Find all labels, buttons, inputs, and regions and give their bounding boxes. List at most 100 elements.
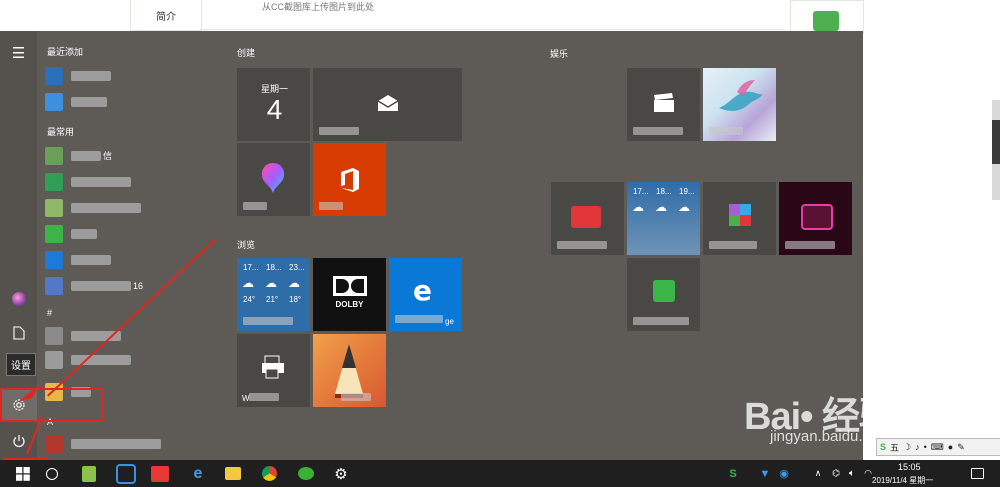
- image-icon: [813, 11, 839, 31]
- dot-icon[interactable]: •: [924, 442, 927, 452]
- list-item[interactable]: [45, 223, 215, 245]
- documents-button[interactable]: [0, 317, 37, 349]
- windows-icon: [16, 466, 30, 481]
- app-tile-red[interactable]: [551, 182, 624, 255]
- avatar: [11, 292, 26, 306]
- search-icon[interactable]: [38, 460, 66, 487]
- app-label: [71, 281, 131, 291]
- app-icon: [45, 147, 63, 165]
- youdao-icon[interactable]: [146, 460, 174, 487]
- list-item[interactable]: [45, 65, 215, 87]
- moon-icon[interactable]: ☽: [903, 442, 911, 453]
- weather-temp: 24°: [243, 295, 256, 304]
- weather-date: 17...: [633, 187, 649, 196]
- list-item[interactable]: [45, 171, 215, 193]
- weather-date: 18...: [266, 263, 282, 272]
- start-button[interactable]: [9, 460, 37, 487]
- network-app-icon[interactable]: [112, 460, 140, 487]
- cloud-icon: ☁: [242, 276, 254, 290]
- hamburger-menu-icon[interactable]: ☰: [0, 37, 37, 69]
- clock-date[interactable]: 2019/11/4 星期一: [872, 475, 933, 486]
- chevron-up-icon[interactable]: ∧: [810, 460, 826, 487]
- list-item[interactable]: [45, 433, 215, 455]
- tray-app-icon[interactable]: ◉: [773, 460, 795, 487]
- common-header: 最常用: [47, 127, 75, 137]
- list-item[interactable]: [45, 325, 215, 347]
- list-item[interactable]: 16: [45, 275, 215, 297]
- weather-date: 23...: [289, 263, 305, 272]
- punctuation-icon[interactable]: ♪: [915, 442, 920, 452]
- image-thumbnail[interactable]: [790, 0, 864, 34]
- sougou-tray-icon[interactable]: S: [722, 460, 744, 487]
- recent-header: 最近添加: [47, 47, 84, 57]
- ime-logo-icon[interactable]: S: [880, 442, 886, 452]
- tools-icon: [45, 67, 63, 85]
- wrench-icon[interactable]: ✎: [957, 442, 965, 453]
- app-tile-green[interactable]: [627, 258, 700, 331]
- wps-tile[interactable]: W: [237, 334, 310, 407]
- office-tile[interactable]: [313, 143, 386, 216]
- app-icon: [45, 435, 63, 453]
- app-label-fragment: 16: [133, 281, 144, 291]
- edge-tile[interactable]: e ge: [389, 258, 462, 331]
- explorer-icon[interactable]: [219, 460, 247, 487]
- chrome-icon[interactable]: [255, 460, 283, 487]
- dolby-tile[interactable]: DOLBY: [313, 258, 386, 331]
- paint3d-tile[interactable]: [237, 143, 310, 216]
- ime-toolbar[interactable]: S 五 ☽ ♪ • ⌨ ● ✎: [876, 438, 1000, 456]
- group-header-play: 娱乐: [550, 49, 569, 59]
- app-label: [71, 229, 97, 239]
- weather-date: 17...: [243, 263, 259, 272]
- keyboard-icon[interactable]: ⌨: [931, 442, 944, 453]
- tile-label: [785, 241, 835, 249]
- mail-tile[interactable]: [313, 68, 462, 141]
- tile-label: [319, 202, 343, 210]
- weather-tile[interactable]: 17... 18... 23... ☁ ☁ ☁ 24° 21° 18°: [237, 258, 310, 331]
- weather-tile-2[interactable]: 17... 18... 19... ☁ ☁ ☁: [627, 182, 700, 255]
- paint3d-icon: [261, 163, 285, 193]
- weather-temp: 21°: [266, 295, 279, 304]
- edge-icon[interactable]: e: [184, 460, 212, 487]
- ime-mode[interactable]: 五: [890, 441, 899, 454]
- app-icon: [45, 351, 63, 369]
- volume-icon[interactable]: 🔈︎: [844, 460, 860, 487]
- photos-tile[interactable]: [703, 68, 776, 141]
- list-item[interactable]: [45, 197, 215, 219]
- movies-tile[interactable]: [627, 68, 700, 141]
- settings-icon[interactable]: ⚙: [327, 460, 355, 487]
- tab-underline: [200, 29, 785, 30]
- tile-label: [243, 202, 267, 210]
- user-avatar-button[interactable]: [0, 283, 37, 315]
- weather-date: 18...: [656, 187, 672, 196]
- calendar-date: 4: [266, 94, 283, 125]
- notes-icon[interactable]: [75, 460, 103, 487]
- cloud-icon: ☁: [632, 200, 644, 214]
- printer-icon: [262, 355, 284, 379]
- list-item[interactable]: [45, 349, 215, 371]
- list-item[interactable]: 信: [45, 145, 215, 167]
- clock-time[interactable]: 15:05: [898, 462, 921, 472]
- edge-icon: e: [413, 274, 432, 307]
- sketch-tile[interactable]: [313, 334, 386, 407]
- app-icon: [45, 173, 63, 191]
- app-label: [71, 97, 107, 107]
- cloud-icon: ☁: [265, 276, 277, 290]
- wechat-icon[interactable]: [292, 460, 320, 487]
- cloud-icon: ☁: [678, 200, 690, 214]
- app-tile-magenta[interactable]: [779, 182, 852, 255]
- calendar-tile[interactable]: 星期一 4: [237, 68, 310, 141]
- notification-icon[interactable]: [966, 460, 988, 487]
- list-item[interactable]: [45, 249, 215, 271]
- network-icon[interactable]: ⌬: [828, 460, 844, 487]
- tab-intro[interactable]: 简介: [130, 0, 202, 31]
- side-tab[interactable]: [992, 120, 1000, 164]
- app-icon: [729, 204, 751, 226]
- cloud-icon: ☁: [655, 200, 667, 214]
- list-item[interactable]: [45, 91, 215, 113]
- hash-header: #: [47, 308, 53, 318]
- app-label: [71, 71, 111, 81]
- tile-label: [557, 241, 607, 249]
- app-icon: [45, 277, 63, 295]
- app-tile-colorful[interactable]: [703, 182, 776, 255]
- user-icon[interactable]: ●: [948, 442, 953, 452]
